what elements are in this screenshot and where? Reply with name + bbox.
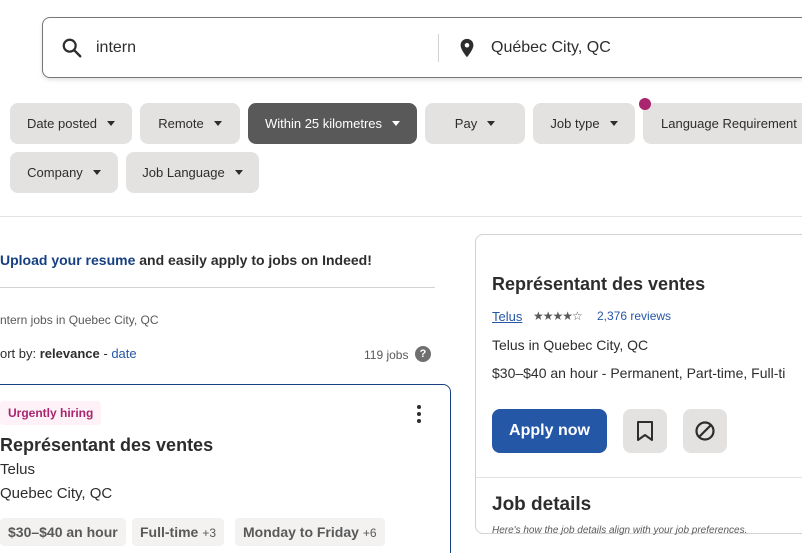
caret-down-icon <box>392 121 401 126</box>
company-name: Telus <box>0 461 36 478</box>
sort-by: ort by: relevance - date <box>0 346 137 361</box>
results-breadcrumb: ntern jobs in Quebec City, QC <box>0 313 159 327</box>
more-options-icon[interactable] <box>410 402 428 428</box>
caret-down-icon <box>213 121 222 126</box>
filter-job-language[interactable]: Job Language <box>126 152 259 193</box>
filter-distance[interactable]: Within 25 kilometres <box>248 103 417 144</box>
tag-label: Monday to Friday <box>243 524 359 540</box>
detail-company-link[interactable]: Telus <box>492 309 522 324</box>
filter-label: Job type <box>550 116 600 131</box>
search-divider <box>438 34 439 62</box>
detail-job-title: Représentant des ventes <box>492 274 706 294</box>
job-details-heading: Job details <box>492 494 592 515</box>
notification-dot <box>639 98 651 110</box>
caret-down-icon <box>107 121 116 126</box>
detail-pay-amount: $30–$40 an hour <box>492 365 598 381</box>
filter-label: Remote <box>158 116 204 131</box>
rating-stars-icon: ★★★★☆ <box>533 309 583 323</box>
help-icon[interactable]: ? <box>415 346 431 362</box>
tag-label: $30–$40 an hour <box>8 524 118 540</box>
filter-label: Language Requirement <box>661 116 797 131</box>
tag-pay: $30–$40 an hour <box>0 518 126 546</box>
caret-down-icon <box>487 121 496 126</box>
location-pin-icon <box>460 38 474 58</box>
block-icon <box>695 421 715 441</box>
divider <box>476 477 802 478</box>
not-interested-button[interactable] <box>683 409 727 453</box>
filter-pay[interactable]: Pay <box>425 103 525 144</box>
detail-job-type: - Permanent, Part-time, Full-ti <box>597 365 786 381</box>
divider <box>0 216 802 217</box>
bookmark-icon <box>637 421 653 441</box>
tag-extra: +3 <box>202 526 217 540</box>
reviews-link[interactable]: 2,376 reviews <box>597 309 671 323</box>
divider <box>0 287 435 288</box>
caret-down-icon <box>234 170 243 175</box>
search-bar: intern Québec City, QC <box>42 17 802 78</box>
filter-label: Job Language <box>142 165 225 180</box>
urgently-hiring-badge: Urgently hiring <box>0 401 102 425</box>
job-details-subtitle: Here's how the job details align with yo… <box>492 525 748 536</box>
search-icon <box>62 38 82 58</box>
sort-relevance: relevance <box>39 346 100 361</box>
tag-extra: +6 <box>362 526 377 540</box>
filter-language-requirement[interactable]: Language Requirement <box>643 103 802 144</box>
save-job-button[interactable] <box>623 409 667 453</box>
filter-company[interactable]: Company <box>10 152 118 193</box>
detail-location: Telus in Quebec City, QC <box>492 337 649 353</box>
sort-date-link[interactable]: date <box>111 346 136 361</box>
tag-label: Full-time <box>140 524 199 540</box>
banner-text: and easily apply to jobs on Indeed! <box>135 252 372 268</box>
filter-date-posted[interactable]: Date posted <box>10 103 132 144</box>
filter-remote[interactable]: Remote <box>140 103 240 144</box>
sort-label: ort by: <box>0 346 40 361</box>
tag-schedule: Monday to Friday +6 <box>235 518 385 546</box>
upload-resume-link[interactable]: Upload your resume <box>0 252 135 268</box>
job-location: Quebec City, QC <box>0 485 113 502</box>
what-input[interactable]: intern <box>96 37 136 59</box>
caret-down-icon <box>609 121 618 126</box>
job-count: 119 jobs <box>364 348 409 362</box>
filter-job-type[interactable]: Job type <box>533 103 635 144</box>
detail-pay: $30–$40 an hour - Permanent, Part-time, … <box>492 365 785 381</box>
job-title[interactable]: Représentant des ventes <box>0 435 213 456</box>
filter-label: Within 25 kilometres <box>264 116 383 131</box>
tag-job-type: Full-time +3 <box>132 518 225 546</box>
where-input[interactable]: Québec City, QC <box>491 37 611 59</box>
filter-label: Pay <box>454 116 478 131</box>
caret-down-icon <box>92 170 101 175</box>
sort-separator: - <box>99 346 112 361</box>
filter-label: Company <box>27 165 83 180</box>
apply-now-button[interactable]: Apply now <box>492 409 607 453</box>
resume-banner: Upload your resume and easily apply to j… <box>0 252 372 268</box>
filter-label: Date posted <box>26 116 98 131</box>
